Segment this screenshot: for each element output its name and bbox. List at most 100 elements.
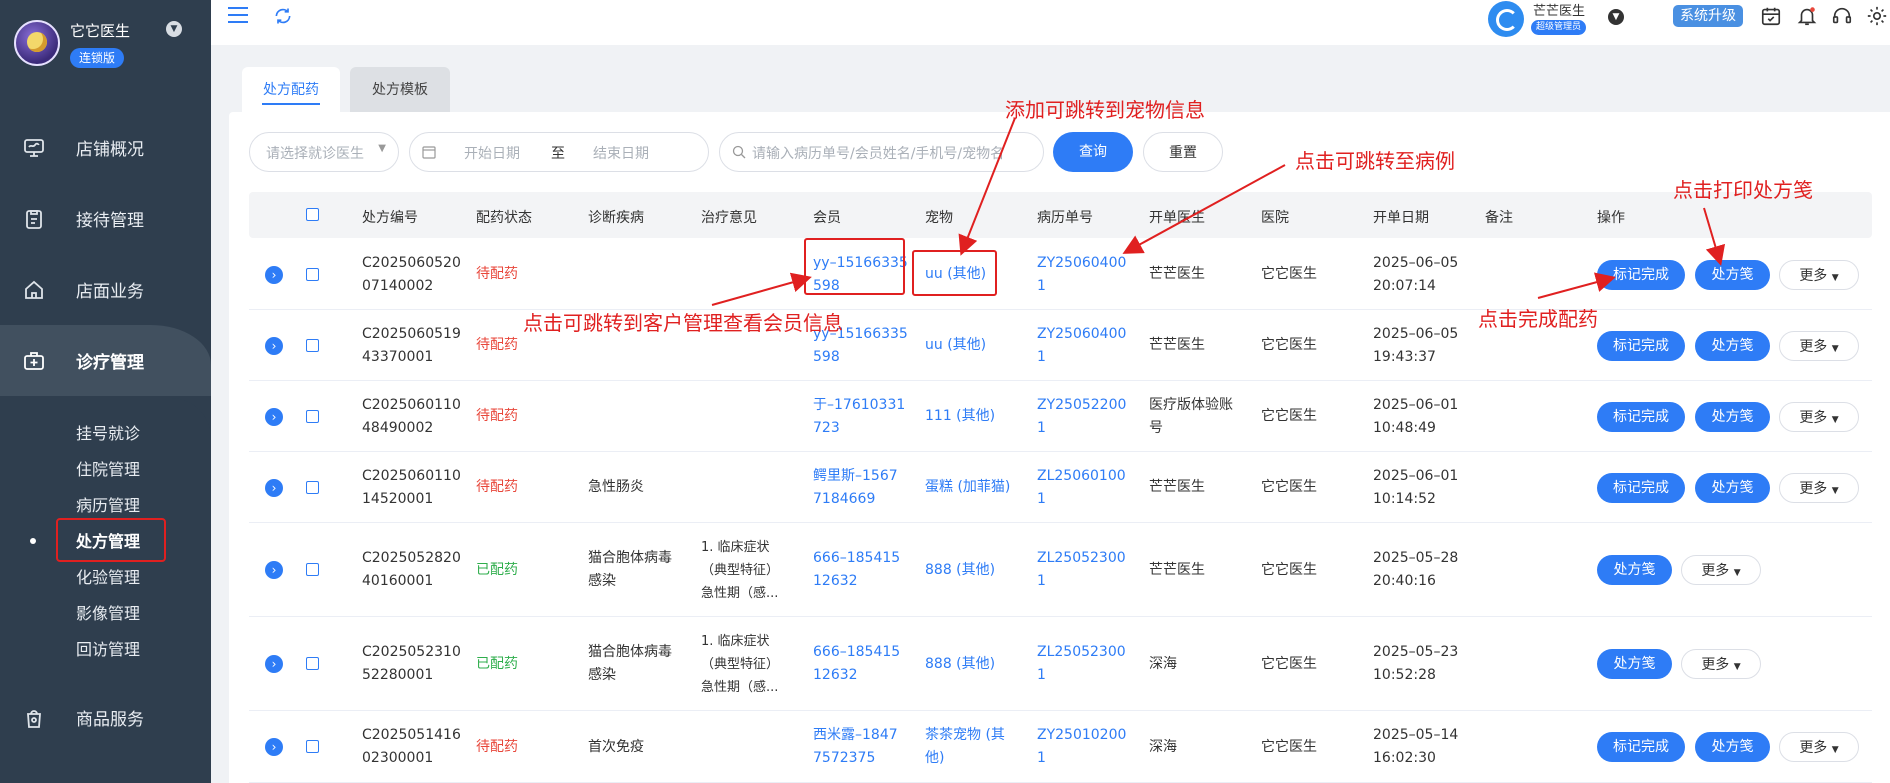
doctor-select[interactable]: 请选择就诊医生 ▼: [249, 132, 399, 172]
user-name: 芒芒医生: [1533, 4, 1586, 19]
doctor: 深海: [1149, 655, 1177, 672]
query-button[interactable]: 查询: [1053, 132, 1133, 172]
member-link[interactable]: 666–185415 12632: [813, 547, 900, 593]
pet-link[interactable]: 888 (其他): [925, 653, 995, 676]
print-prescription-button[interactable]: 处方笺: [1695, 259, 1770, 290]
more-button[interactable]: 更多 ▼: [1779, 401, 1859, 432]
expand-row-icon[interactable]: ›: [265, 478, 283, 497]
row-checkbox[interactable]: [306, 657, 319, 670]
print-prescription-button[interactable]: 处方笺: [1597, 555, 1672, 585]
member-link[interactable]: 于–17610331 723: [813, 394, 905, 440]
case-link[interactable]: ZY25052200 1: [1037, 394, 1126, 440]
mark-complete-button[interactable]: 标记完成: [1597, 330, 1685, 361]
brand-name: 它它医生: [70, 22, 131, 40]
headset-icon[interactable]: [1831, 5, 1853, 27]
monitor-icon: [24, 138, 44, 157]
hospital: 它它医生: [1261, 561, 1317, 578]
treatment-opinion: 1. 临床症状 （典型特征） 急性期（感...: [701, 633, 780, 695]
case-link[interactable]: ZL25052300 1: [1037, 547, 1126, 593]
chevron-down-icon[interactable]: ▼: [1608, 9, 1624, 25]
caret-down-icon: ▼: [1733, 568, 1741, 578]
expand-row-icon[interactable]: ›: [265, 336, 283, 355]
header-treatment: 治疗意见: [701, 210, 757, 226]
pet-link[interactable]: 茶茶宠物 (其 他): [925, 724, 1005, 770]
user-avatar[interactable]: [1488, 1, 1524, 37]
more-button[interactable]: 更多 ▼: [1681, 555, 1761, 585]
case-link[interactable]: ZL25052300 1: [1037, 641, 1126, 687]
more-button[interactable]: 更多 ▼: [1779, 330, 1859, 361]
pet-link[interactable]: 888 (其他): [925, 559, 995, 582]
print-prescription-button[interactable]: 处方笺: [1597, 649, 1672, 679]
end-date-placeholder: 结束日期: [593, 146, 649, 162]
row-checkbox[interactable]: [306, 267, 319, 281]
more-button[interactable]: 更多 ▼: [1779, 259, 1859, 290]
settings-icon[interactable]: [1866, 5, 1888, 27]
select-all-checkbox[interactable]: [306, 208, 319, 221]
row-checkbox[interactable]: [306, 563, 319, 576]
mark-complete-button[interactable]: 标记完成: [1597, 259, 1685, 290]
edition-badge: 连锁版: [70, 48, 125, 68]
search-input[interactable]: 请输入病历单号/会员姓名/手机号/宠物名: [719, 132, 1044, 172]
calendar-icon[interactable]: [1760, 5, 1782, 27]
member-link[interactable]: 666–185415 12632: [813, 641, 900, 687]
chevron-down-icon[interactable]: ▼: [166, 21, 182, 37]
pet-link[interactable]: 蛋糕 (加菲猫): [925, 476, 1010, 499]
member-link[interactable]: 西米露–1847 7572375: [813, 724, 898, 770]
tab-prescription-template[interactable]: 处方模板: [350, 67, 450, 113]
menu-icon[interactable]: [227, 6, 249, 24]
annotation-pet: 添加可跳转到宠物信息: [1005, 98, 1205, 122]
expand-row-icon[interactable]: ›: [265, 738, 283, 756]
order-date: 2025–05–28 20:40:16: [1373, 550, 1459, 589]
nav-item-store-business[interactable]: 店面业务: [0, 254, 211, 325]
row-checkbox[interactable]: [306, 338, 319, 352]
dispense-status: 待配药: [476, 738, 518, 755]
submenu-item-followup[interactable]: 回访管理: [76, 636, 140, 660]
nav-item-clinic-management[interactable]: 诊疗管理: [0, 325, 211, 396]
row-checkbox[interactable]: [306, 740, 319, 753]
mark-complete-button[interactable]: 标记完成: [1597, 401, 1685, 432]
user-role-badge: 超级管理员: [1531, 20, 1587, 35]
submenu-item-registration[interactable]: 挂号就诊: [76, 420, 140, 444]
nav-item-reception[interactable]: 接待管理: [0, 183, 211, 254]
expand-row-icon[interactable]: ›: [265, 265, 283, 284]
header-status: 配药状态: [476, 210, 532, 226]
bell-icon[interactable]: [1796, 5, 1818, 27]
member-link[interactable]: 鳄里斯–1567 7184669: [813, 465, 898, 511]
submenu-item-lab[interactable]: 化验管理: [76, 564, 140, 588]
print-prescription-button[interactable]: 处方笺: [1695, 401, 1770, 432]
row-checkbox[interactable]: [306, 480, 319, 494]
submenu-item-inpatient[interactable]: 住院管理: [76, 456, 140, 480]
expand-row-icon[interactable]: ›: [265, 655, 283, 673]
header-pet: 宠物: [925, 210, 953, 226]
mark-complete-button[interactable]: 标记完成: [1597, 732, 1685, 762]
more-button[interactable]: 更多 ▼: [1779, 472, 1859, 503]
print-prescription-button[interactable]: 处方笺: [1695, 330, 1770, 361]
system-upgrade-button[interactable]: 系统升级: [1673, 5, 1743, 27]
case-link[interactable]: ZL25060100 1: [1037, 465, 1126, 511]
pet-link[interactable]: 111 (其他): [925, 405, 995, 428]
reset-button[interactable]: 重置: [1143, 132, 1223, 172]
case-link[interactable]: ZY25010200 1: [1037, 724, 1126, 770]
print-prescription-button[interactable]: 处方笺: [1695, 732, 1770, 762]
expand-row-icon[interactable]: ›: [265, 561, 283, 579]
mark-complete-button[interactable]: 标记完成: [1597, 472, 1685, 503]
row-checkbox[interactable]: [306, 409, 319, 423]
submenu-item-imaging[interactable]: 影像管理: [76, 600, 140, 624]
more-button[interactable]: 更多 ▼: [1681, 649, 1761, 679]
case-link[interactable]: ZY25060400 1: [1037, 323, 1126, 369]
order-date: 2025–06–05 20:07:14: [1373, 254, 1459, 294]
more-button[interactable]: 更多 ▼: [1779, 732, 1859, 762]
tab-prescription-dispensing[interactable]: 处方配药: [242, 67, 340, 113]
date-range-picker[interactable]: 开始日期 至 结束日期: [409, 132, 709, 172]
expand-row-icon[interactable]: ›: [265, 407, 283, 426]
order-date: 2025–05–14 16:02:30: [1373, 727, 1459, 766]
pet-link[interactable]: uu (其他): [925, 334, 986, 357]
nav-item-goods-services[interactable]: 商品服务: [0, 682, 211, 753]
refresh-icon[interactable]: [273, 6, 293, 26]
annotation-print: 点击打印处方笺: [1673, 178, 1813, 202]
submenu-item-medical-records[interactable]: 病历管理: [76, 492, 140, 516]
clipboard-icon: [26, 209, 42, 229]
case-link[interactable]: ZY25060400 1: [1037, 252, 1126, 298]
print-prescription-button[interactable]: 处方笺: [1695, 472, 1770, 503]
nav-item-store-overview[interactable]: 店铺概况: [0, 112, 211, 183]
